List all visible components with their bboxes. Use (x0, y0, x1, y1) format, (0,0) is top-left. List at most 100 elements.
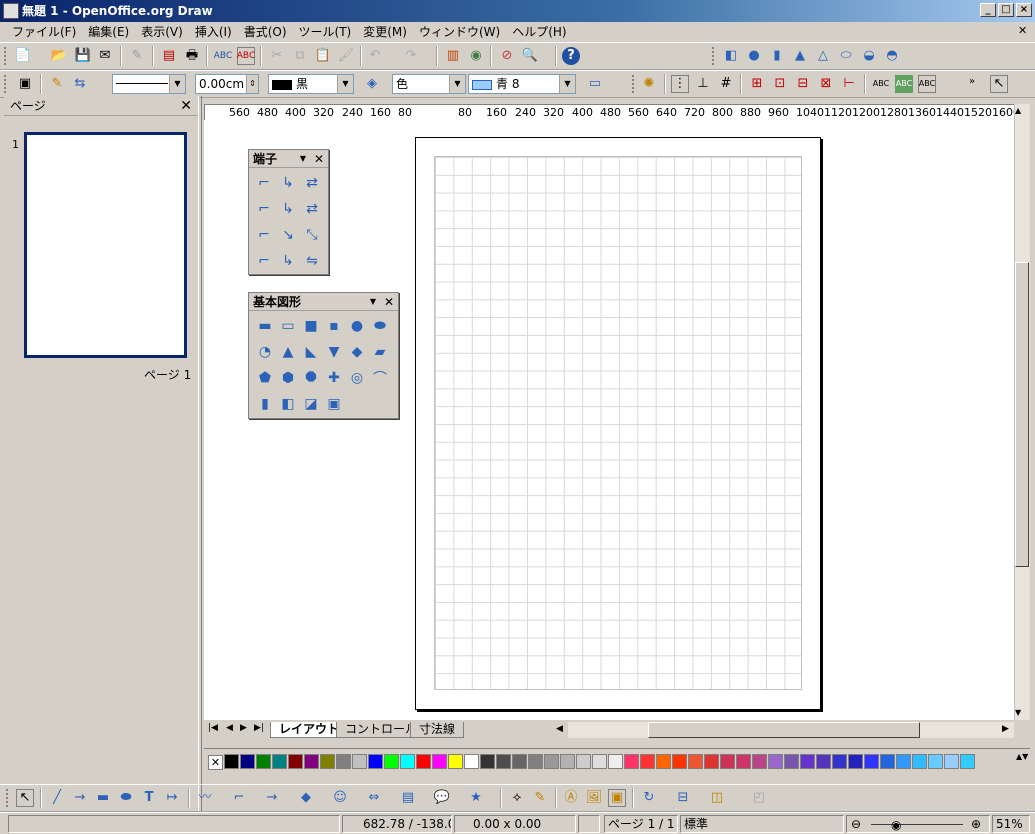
color-swatch[interactable] (880, 754, 895, 769)
undo-icon[interactable]: ↶ (366, 47, 384, 65)
palette-scroll-icon[interactable]: ▲▼ (1016, 752, 1028, 761)
gallery-icon[interactable]: ▣ (608, 789, 626, 807)
line-color-select[interactable]: 黒 ▼ (268, 74, 354, 94)
copy-icon[interactable]: ⧉ (291, 47, 309, 65)
3d-cone-icon[interactable]: ▲ (791, 47, 809, 65)
color-swatch[interactable] (864, 754, 879, 769)
document-close-icon[interactable]: ✕ (1018, 24, 1027, 37)
toolbar-grip[interactable] (6, 789, 10, 807)
menu-view[interactable]: 表示(V) (135, 22, 189, 42)
menu-file[interactable]: ファイル(F) (6, 22, 82, 42)
menu-modify[interactable]: 変更(M) (357, 22, 413, 42)
color-swatch[interactable] (944, 754, 959, 769)
color-swatch[interactable] (336, 754, 351, 769)
color-swatch[interactable] (768, 754, 783, 769)
spellcheck-icon[interactable]: ABC (214, 47, 232, 65)
fontwork-icon[interactable]: ABC (872, 75, 890, 93)
snap-grid-icon[interactable]: ⊞ (748, 75, 766, 93)
block-arrows-tool-icon[interactable]: ⇔ (365, 789, 383, 807)
cylinder-icon[interactable]: ▮ (254, 393, 276, 415)
folded-corner-icon[interactable]: ◪ (300, 393, 322, 415)
menu-tools[interactable]: ツール(T) (293, 22, 358, 42)
color-swatch[interactable] (896, 754, 911, 769)
points-icon[interactable]: ⟡ (508, 789, 526, 807)
toolbar-grip[interactable] (4, 75, 8, 93)
horizontal-scroll-thumb[interactable] (648, 722, 920, 738)
toolbar-overflow-icon[interactable]: » (963, 73, 981, 91)
color-swatch[interactable] (304, 754, 319, 769)
rectangle-icon[interactable]: ▬ (254, 315, 276, 337)
cube-icon[interactable]: ◧ (277, 393, 299, 415)
connector-curved-arrows-icon[interactable]: ⇋ (301, 250, 323, 272)
color-swatch[interactable] (240, 754, 255, 769)
paste-icon[interactable]: 📋 (314, 47, 332, 65)
glue-points-icon[interactable]: ✎ (531, 789, 549, 807)
color-swatch[interactable] (432, 754, 447, 769)
color-swatch[interactable] (592, 754, 607, 769)
isosceles-triangle-icon[interactable]: ▲ (277, 341, 299, 363)
zoom-out-icon[interactable]: ⊖ (851, 816, 861, 832)
chart-icon[interactable]: ▥ (444, 47, 462, 65)
area-style-select[interactable]: 色 ▼ (392, 74, 466, 94)
3d-shell-icon[interactable]: ◒ (860, 47, 878, 65)
stars-tool-icon[interactable]: ★ (467, 789, 485, 807)
color-swatch[interactable] (704, 754, 719, 769)
text-tool-icon[interactable]: T (140, 789, 158, 807)
scroll-left-icon[interactable]: ◀ (556, 724, 563, 734)
color-swatch[interactable] (736, 754, 751, 769)
navigator-globe-icon[interactable]: ◉ (467, 47, 485, 65)
color-swatch[interactable] (832, 754, 847, 769)
color-swatch[interactable] (448, 754, 463, 769)
color-swatch[interactable] (720, 754, 735, 769)
basic-shapes-toolbar-header[interactable]: 基本図形 ▼ ✕ (249, 293, 398, 311)
color-swatch[interactable] (656, 754, 671, 769)
arrange-icon[interactable]: ◫ (708, 789, 726, 807)
octagon-icon[interactable]: ⯃ (300, 367, 322, 389)
close-button[interactable]: × (1016, 3, 1032, 17)
ellipse-tool-icon[interactable]: ⬬ (117, 789, 135, 807)
autospellcheck-icon[interactable]: ABC (237, 47, 255, 65)
connector-line-arrow-icon[interactable]: ↳ (277, 198, 299, 220)
page-thumbnail[interactable] (24, 132, 187, 358)
save-icon[interactable]: 💾 (74, 47, 92, 65)
color-swatch[interactable] (800, 754, 815, 769)
select-pointer-icon[interactable]: ↖ (990, 75, 1008, 93)
guides-icon[interactable]: ⊥ (694, 75, 712, 93)
last-tab-icon[interactable]: ▶| (254, 723, 264, 733)
symbol-shapes-tool-icon[interactable]: ☺ (331, 789, 349, 807)
color-swatch[interactable] (560, 754, 575, 769)
connectors-toolbar-header[interactable]: 端子 ▼ ✕ (249, 150, 328, 168)
text-frame-icon[interactable]: ABC (918, 75, 936, 93)
no-fill-swatch[interactable]: ✕ (208, 755, 223, 770)
connector-standard-icon[interactable]: ⌐ (253, 172, 275, 194)
menu-edit[interactable]: 編集(E) (82, 22, 135, 42)
from-file-icon[interactable]: 🖼 (585, 789, 603, 807)
open-folder-icon[interactable]: 📂 (50, 47, 68, 65)
area-color-select[interactable]: 青 8 ▼ (468, 74, 576, 94)
3d-cylinder-icon[interactable]: ▮ (768, 47, 786, 65)
color-swatch[interactable] (416, 754, 431, 769)
color-swatch[interactable] (528, 754, 543, 769)
connector-curved-icon[interactable]: ⌐ (253, 250, 275, 272)
frame-icon[interactable]: ▣ (323, 393, 345, 415)
scroll-up-icon[interactable]: ▲ (1015, 106, 1021, 115)
color-swatch[interactable] (752, 754, 767, 769)
connector-straight-icon[interactable]: ⌐ (253, 224, 275, 246)
close-icon[interactable]: ✕ (384, 293, 394, 311)
extrusion-icon[interactable]: ◰ (750, 789, 768, 807)
color-swatch[interactable] (224, 754, 239, 769)
color-swatch[interactable] (928, 754, 943, 769)
rotate-icon[interactable]: ↻ (640, 789, 658, 807)
color-swatch[interactable] (912, 754, 927, 769)
export-pdf-icon[interactable]: ▤ (160, 47, 178, 65)
toolbar-grip[interactable] (632, 75, 636, 93)
flowchart-tool-icon[interactable]: ▤ (399, 789, 417, 807)
line-style-select[interactable]: ▼ (112, 74, 186, 94)
redo-icon[interactable]: ↷ (402, 47, 420, 65)
menu-window[interactable]: ウィンドウ(W) (413, 22, 506, 42)
close-panel-icon[interactable]: ✕ (180, 96, 192, 116)
menu-help[interactable]: ヘルプ(H) (506, 22, 572, 42)
show-grid-icon[interactable]: ⋮ (671, 75, 689, 93)
color-swatch[interactable] (368, 754, 383, 769)
parallelogram-icon[interactable]: ▰ (369, 341, 391, 363)
